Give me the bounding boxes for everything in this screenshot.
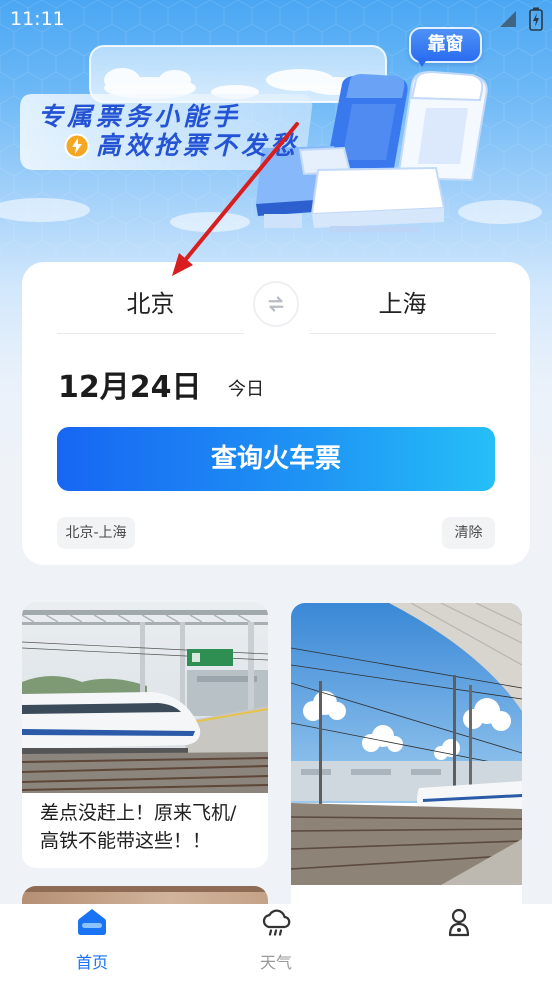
tab-weather-label: 天气 — [259, 953, 292, 972]
signal-icon — [498, 9, 518, 29]
swap-cities-button[interactable] — [253, 281, 299, 327]
tab-home[interactable]: 首页 — [32, 904, 152, 981]
search-tickets-button[interactable]: 查询火车票 — [57, 427, 495, 491]
to-city-field[interactable]: 上海 — [309, 282, 496, 334]
train-blue-sky-photo — [291, 603, 522, 885]
clear-history-button[interactable]: 清除 — [442, 517, 495, 549]
status-time: 11:11 — [10, 8, 65, 30]
status-bar: 11:11 — [0, 0, 552, 40]
feed-card[interactable]: 差点没赶上！原来飞机/高铁不能带这些！！ — [22, 602, 268, 868]
banner-subline: 高效抢票不发愁 — [96, 131, 300, 160]
home-icon — [76, 906, 108, 938]
ticket-search-card: 北京 上海 12月24日 今日 查询火车票 北京-上海 清除 — [22, 262, 530, 565]
user-icon — [443, 906, 475, 938]
bottom-tab-bar: 首页 天气 — [0, 904, 552, 981]
from-city-field[interactable]: 北京 — [57, 282, 244, 334]
tab-profile[interactable] — [399, 904, 519, 981]
banner-headline: 专属票务小能手 — [38, 102, 242, 131]
lightning-icon — [64, 133, 90, 159]
swap-arrows-icon — [268, 296, 284, 312]
departure-date[interactable]: 12月24日 — [58, 368, 202, 408]
tab-home-label: 首页 — [75, 953, 108, 972]
history-chip[interactable]: 北京-上海 — [57, 517, 135, 549]
badge-tail — [416, 58, 428, 67]
feed-card-title: 差点没赶上！原来飞机/高铁不能带这些！！ — [40, 802, 237, 852]
cloud-rain-icon — [260, 906, 292, 938]
feed-card[interactable] — [291, 603, 522, 943]
train-platform-photo — [22, 602, 268, 793]
date-hint: 今日 — [228, 379, 264, 400]
battery-charging-icon — [529, 7, 543, 31]
tab-weather[interactable]: 天气 — [216, 904, 336, 981]
